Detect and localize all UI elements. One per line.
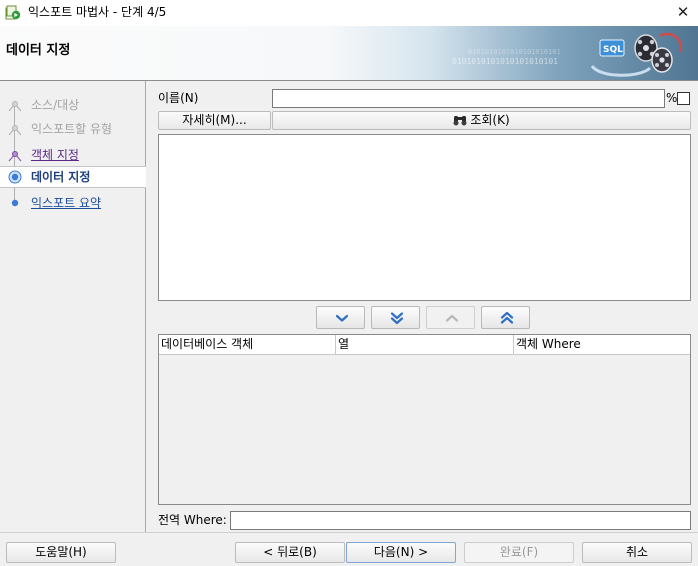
step-node-icon [8,151,22,162]
binary-text-2: 0101010101010101010101 [468,48,561,56]
help-button[interactable]: 도움말(H) [6,542,116,563]
step-label: 익스포트할 유형 [31,122,113,136]
wizard-app-icon [5,5,21,20]
step-specify-objects[interactable]: 객체 지정 [0,144,146,166]
chevron-down-icon [335,314,349,322]
footer-divider [0,532,698,533]
step-link-specify-objects[interactable]: 객체 지정 [31,147,79,163]
table-header: 데이터베이스 객체 열 객체 Where [159,335,690,355]
available-objects-list[interactable] [158,134,691,301]
column-header-database-object[interactable]: 데이터베이스 객체 [159,335,335,355]
step-node-icon [11,199,19,207]
step-specify-data: 데이터 지정 [0,166,146,188]
current-step-node-icon [8,170,22,184]
query-button[interactable]: 조회(K) [272,111,691,130]
details-button[interactable]: 자세히(M)... [158,111,271,130]
close-x-icon[interactable]: ✕ [674,3,692,21]
selected-objects-table[interactable]: 데이터베이스 객체 열 객체 Where [158,334,691,505]
move-down-button[interactable] [316,306,365,329]
double-chevron-up-icon [500,311,514,324]
back-button[interactable]: < 뒤로(B) [235,542,345,563]
chevron-up-icon [445,314,459,322]
move-all-up-button[interactable] [481,306,530,329]
wizard-banner: 데이터 지정 0101010101010101010101 0101010101… [0,26,698,80]
next-button[interactable]: 다음(N) > [346,542,456,563]
global-where-input[interactable] [230,511,691,530]
finish-button[interactable]: 완료(F) [464,542,574,563]
query-button-label: 조회(K) [470,113,510,127]
step-label: 소스/대상 [31,98,80,112]
double-chevron-down-icon [390,312,404,325]
step-node-icon [8,125,22,136]
name-filter-label: 이름(N) [158,91,199,105]
sql-badge: SQL [603,45,623,55]
step-export-summary[interactable]: 익스포트 요약 [0,192,146,214]
step-label-current: 데이터 지정 [31,170,91,184]
global-where-label: 전역 Where: [158,513,227,527]
percent-wildcard-checkbox[interactable] [677,92,690,105]
percent-suffix-label: % [666,91,678,105]
binary-text: 0101010101010101010101 [452,57,558,66]
column-header-columns[interactable]: 열 [335,335,513,355]
step-source-target: 소스/대상 [0,94,146,116]
step-export-types: 익스포트할 유형 [0,118,146,140]
binoculars-icon [453,116,467,126]
move-all-down-button[interactable] [371,306,420,329]
column-header-object-where[interactable]: 객체 Where [513,335,690,355]
move-up-button[interactable] [426,306,475,329]
step-link-export-summary[interactable]: 익스포트 요약 [31,195,101,211]
window-title: 익스포트 마법사 - 단계 4/5 [28,5,167,19]
name-filter-input[interactable] [272,89,665,108]
sql-database-export-art: 0101010101010101010101 01010101010101010… [452,32,682,77]
step-node-icon [8,101,22,112]
cancel-button[interactable]: 취소 [582,542,692,563]
window-title-bar: 익스포트 마법사 - 단계 4/5 ✕ [0,0,698,26]
